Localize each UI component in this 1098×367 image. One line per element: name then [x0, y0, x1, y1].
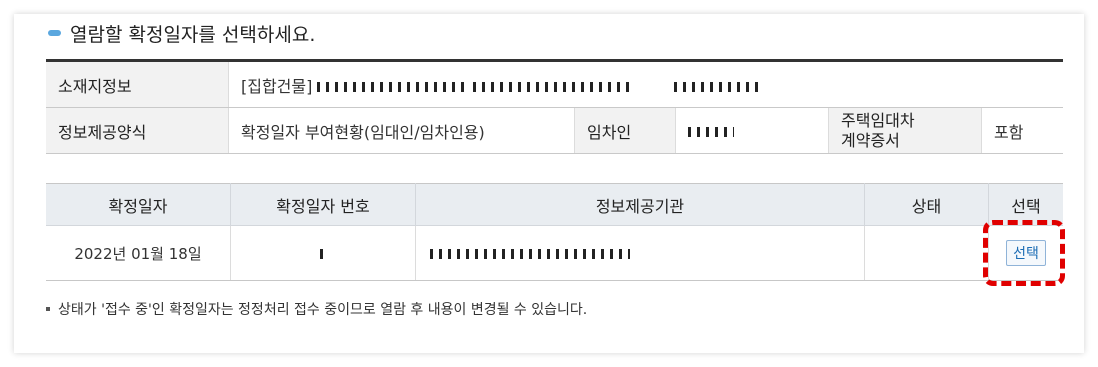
tenant-label: 임차인	[574, 107, 676, 154]
cell-date: 2022년 01월 18일	[46, 225, 231, 281]
cell-status	[864, 225, 989, 281]
cell-agency	[415, 225, 865, 281]
info-row-location: 소재지정보 [집합건물]	[46, 60, 1063, 108]
redacted-address	[317, 82, 468, 92]
redacted-address-3	[673, 82, 764, 92]
method-label: 정보제공양식	[46, 107, 229, 154]
notice: 상태가 '접수 중'인 확정일자는 정정처리 접수 중이므로 열람 후 내용이 …	[46, 299, 587, 319]
contract-label: 주택임대차 계약증서	[828, 107, 982, 154]
header-number: 확정일자 번호	[230, 183, 416, 226]
tenant-value	[675, 107, 829, 154]
bullet-icon	[46, 307, 50, 311]
redacted-number	[320, 248, 326, 259]
contract-value: 포함	[981, 107, 1063, 154]
redacted-tenant	[688, 126, 734, 137]
header-agency: 정보제공기관	[415, 183, 865, 226]
method-value: 확정일자 부여현황(임대인/임차인용)	[228, 107, 575, 154]
header-date: 확정일자	[46, 183, 231, 226]
location-label: 소재지정보	[46, 60, 229, 108]
heading-text: 열람할 확정일자를 선택하세요.	[70, 23, 316, 46]
info-table: 소재지정보 [집합건물] 정보제공양식 확정일자 부여현황(임대인/임차인용) …	[46, 59, 1063, 154]
header-status: 상태	[864, 183, 989, 226]
notice-text: 상태가 '접수 중'인 확정일자는 정정처리 접수 중이므로 열람 후 내용이 …	[58, 302, 588, 318]
location-value: [집합건물]	[228, 60, 1063, 108]
cell-number	[230, 225, 416, 281]
header-row: 확정일자 확정일자 번호 정보제공기관 상태 선택	[46, 183, 1063, 226]
date-list-table: 확정일자 확정일자 번호 정보제공기관 상태 선택 2022년 01월 18일 …	[46, 183, 1063, 281]
info-row-method: 정보제공양식 확정일자 부여현황(임대인/임차인용) 임차인 주택임대차 계약증…	[46, 107, 1063, 154]
redacted-agency	[430, 248, 630, 259]
highlight-marker	[983, 220, 1065, 286]
redacted-address-2	[472, 82, 633, 92]
table-row: 2022년 01월 18일 선택	[46, 225, 1063, 281]
section-heading: 열람할 확정일자를 선택하세요.	[48, 20, 315, 46]
bullet-icon	[48, 30, 61, 36]
